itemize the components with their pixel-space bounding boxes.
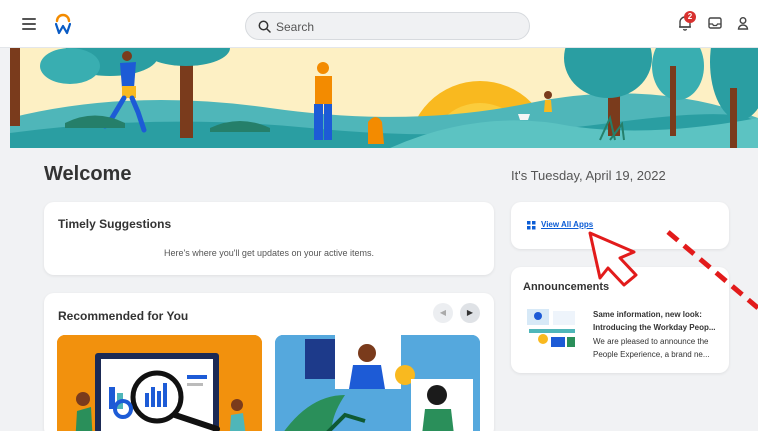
announcement-title-line2[interactable]: Introducing the Workday Peop...	[593, 323, 725, 332]
grid-icon	[527, 221, 536, 230]
search-bar[interactable]	[245, 12, 530, 40]
view-all-apps-link[interactable]: View All Apps	[541, 220, 593, 229]
carousel-prev-button[interactable]: ◀	[433, 303, 453, 323]
announcements-title: Announcements	[523, 281, 610, 293]
recommended-card: Recommended for You ◀ ▶	[44, 293, 494, 431]
announcement-title-line1[interactable]: Same information, new look:	[593, 310, 702, 319]
timely-suggestions-subtitle: Here's where you'll get updates on your …	[163, 248, 375, 258]
inbox-icon[interactable]	[706, 14, 724, 32]
recommended-title: Recommended for You	[58, 309, 189, 323]
workday-logo-icon[interactable]	[55, 13, 71, 35]
announcements-card: Announcements Same information, new look…	[511, 267, 729, 373]
top-header: 2	[0, 0, 758, 48]
notification-count-badge: 2	[684, 11, 696, 23]
announcement-thumbnail[interactable]	[523, 307, 581, 351]
recommended-item-collaboration[interactable]	[275, 335, 480, 431]
timely-suggestions-title: Timely Suggestions	[58, 217, 172, 231]
search-input[interactable]	[276, 17, 516, 37]
welcome-heading: Welcome	[44, 163, 132, 185]
view-all-apps-card: View All Apps	[511, 202, 729, 249]
announcement-body-line2: People Experience, a brand ne...	[593, 350, 710, 359]
chevron-right-icon: ▶	[466, 308, 474, 317]
hero-banner-illustration	[10, 48, 758, 148]
current-date-text: It's Tuesday, April 19, 2022	[511, 168, 666, 183]
recommended-item-analytics[interactable]	[57, 335, 262, 431]
search-icon	[258, 20, 271, 33]
announcement-body-line1: We are pleased to announce the	[593, 337, 709, 346]
hamburger-menu-icon[interactable]	[22, 18, 36, 30]
chevron-left-icon: ◀	[439, 308, 447, 317]
carousel-next-button[interactable]: ▶	[460, 303, 480, 323]
user-icon[interactable]	[734, 14, 752, 32]
timely-suggestions-card: Timely Suggestions Here's where you'll g…	[44, 202, 494, 275]
